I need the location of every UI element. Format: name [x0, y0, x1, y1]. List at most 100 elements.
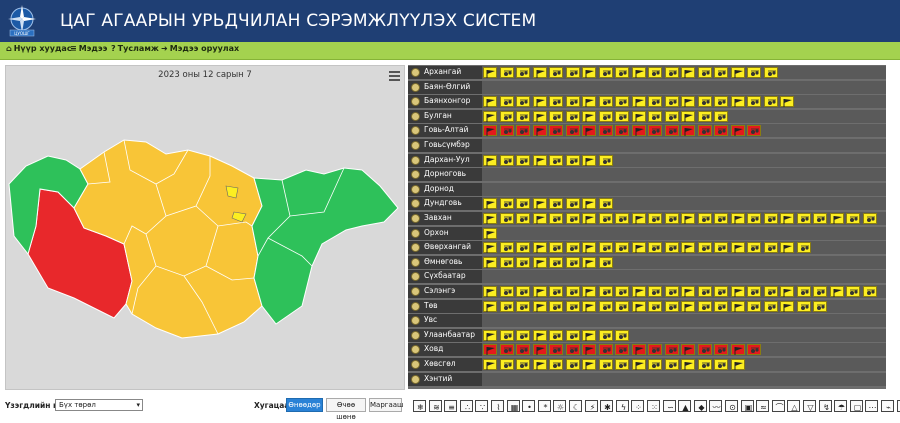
warning-icon[interactable]	[664, 96, 679, 108]
gust-icon[interactable]: ↯	[818, 400, 832, 412]
warning-icon[interactable]	[565, 154, 580, 166]
warning-icon[interactable]	[483, 300, 497, 312]
warning-icon[interactable]	[780, 213, 794, 224]
warning-icon[interactable]	[532, 286, 547, 297]
warning-icon[interactable]	[730, 242, 745, 254]
wind-icon[interactable]: ≋	[428, 400, 442, 412]
warning-icon[interactable]	[582, 67, 596, 78]
warning-icon[interactable]	[598, 242, 613, 254]
warning-icon[interactable]	[747, 344, 761, 356]
warning-icon[interactable]	[598, 329, 613, 341]
mist-icon[interactable]: ∽	[662, 400, 676, 412]
warning-icon[interactable]	[532, 344, 547, 356]
warning-icon[interactable]	[598, 96, 613, 108]
warning-icon[interactable]	[532, 329, 547, 341]
aimag-row[interactable]: Ховд	[408, 343, 886, 358]
warning-icon[interactable]	[549, 300, 563, 312]
warning-icon[interactable]	[796, 213, 811, 224]
warning-icon[interactable]	[499, 359, 514, 370]
warning-icon[interactable]	[780, 286, 794, 297]
warning-icon[interactable]	[615, 300, 629, 312]
warning-icon[interactable]	[582, 125, 596, 137]
storm-icon[interactable]: ⚡	[584, 400, 598, 412]
aimag-row[interactable]: Сүхбаатар	[408, 270, 886, 285]
aimag-row[interactable]: Төв	[408, 299, 886, 314]
warning-icon[interactable]	[532, 67, 547, 78]
warning-icon[interactable]	[747, 125, 761, 137]
warning-icon[interactable]	[549, 213, 563, 224]
warning-icon[interactable]	[763, 300, 778, 312]
warning-icon[interactable]	[763, 96, 778, 108]
warning-icon[interactable]	[763, 286, 778, 297]
warning-icon[interactable]	[631, 213, 646, 224]
warning-icon[interactable]	[582, 286, 596, 297]
warning-icon[interactable]	[582, 344, 596, 356]
warning-icon[interactable]	[714, 67, 728, 78]
warning-icon[interactable]	[499, 242, 514, 254]
ice-icon[interactable]: ⌇	[491, 400, 504, 412]
warning-icon[interactable]	[846, 286, 860, 297]
warning-icon[interactable]	[565, 286, 580, 297]
aimag-row[interactable]: Хэнтий	[408, 372, 886, 387]
warning-icon[interactable]	[483, 67, 497, 78]
drizzle-icon[interactable]: ⁘	[631, 400, 645, 412]
warning-icon[interactable]	[499, 198, 514, 210]
warning-icon[interactable]	[483, 198, 497, 210]
warning-icon[interactable]	[549, 286, 563, 297]
warning-icon[interactable]	[582, 242, 596, 254]
aimag-row[interactable]: Булган	[408, 109, 886, 124]
warning-icon[interactable]	[582, 300, 596, 312]
warning-icon[interactable]	[631, 110, 646, 122]
warning-icon[interactable]	[664, 344, 679, 356]
nav-help[interactable]: ? Тусламж	[111, 44, 159, 53]
warning-icon[interactable]	[681, 125, 695, 137]
warning-icon[interactable]	[631, 67, 646, 78]
warning-icon[interactable]	[516, 359, 530, 370]
warning-icon[interactable]	[763, 67, 778, 78]
warning-icon[interactable]	[483, 242, 497, 254]
warning-icon[interactable]	[664, 359, 679, 370]
warning-icon[interactable]	[714, 213, 728, 224]
warning-icon[interactable]	[714, 242, 728, 254]
warning-icon[interactable]	[516, 242, 530, 254]
warning-icon[interactable]	[664, 125, 679, 137]
warning-icon[interactable]	[615, 96, 629, 108]
warning-icon[interactable]	[565, 256, 580, 268]
aimag-row[interactable]: Өмнөговь	[408, 255, 886, 270]
warning-icon[interactable]	[582, 154, 596, 166]
warning-icon[interactable]	[598, 198, 613, 210]
blizzard-icon[interactable]: ✱	[600, 400, 614, 412]
warning-icon[interactable]	[565, 300, 580, 312]
frost-icon[interactable]: *	[537, 400, 551, 412]
warning-icon[interactable]	[648, 242, 662, 254]
warning-icon[interactable]	[615, 344, 629, 356]
warning-icon[interactable]	[532, 359, 547, 370]
warning-icon[interactable]	[598, 344, 613, 356]
warning-icon[interactable]	[664, 300, 679, 312]
cloud-icon[interactable]: ☁	[896, 400, 900, 412]
phenomenon-select[interactable]: Бүх төрөл ▾	[55, 399, 143, 411]
warning-icon[interactable]	[565, 329, 580, 341]
warning-icon[interactable]	[549, 96, 563, 108]
warning-icon[interactable]	[681, 67, 695, 78]
warning-icon[interactable]	[829, 213, 844, 224]
warning-icon[interactable]	[664, 242, 679, 254]
warning-icon[interactable]	[516, 110, 530, 122]
warning-icon[interactable]	[499, 154, 514, 166]
warning-icon[interactable]	[483, 213, 497, 224]
warning-icon[interactable]	[565, 96, 580, 108]
warning-icon[interactable]	[532, 213, 547, 224]
drought-icon[interactable]: ≈	[756, 400, 770, 412]
warning-icon[interactable]	[598, 359, 613, 370]
warning-icon[interactable]	[813, 300, 827, 312]
warning-icon[interactable]	[598, 286, 613, 297]
warning-icon[interactable]	[714, 359, 728, 370]
warning-icon[interactable]	[796, 300, 811, 312]
fire-icon[interactable]: ▣	[740, 400, 754, 412]
map-region-green-east[interactable]	[251, 167, 399, 325]
warning-icon[interactable]	[532, 96, 547, 108]
warning-icon[interactable]	[681, 242, 695, 254]
warning-icon[interactable]	[565, 242, 580, 254]
warning-icon[interactable]	[681, 300, 695, 312]
warning-icon[interactable]	[648, 110, 662, 122]
